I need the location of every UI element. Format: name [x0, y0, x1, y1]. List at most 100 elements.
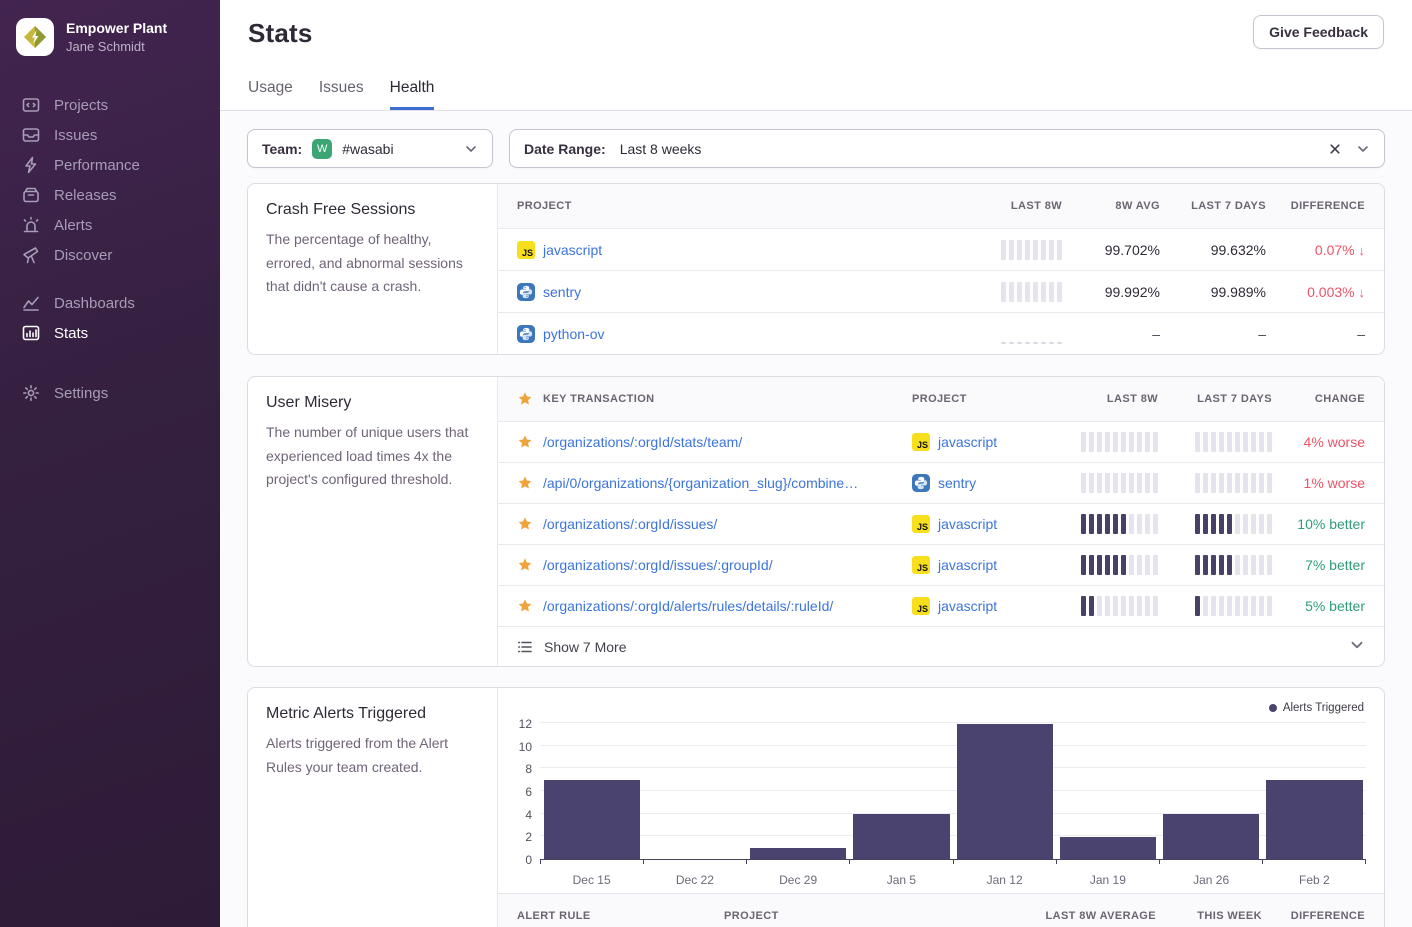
transaction-link[interactable]: /organizations/:orgId/issues/ — [543, 516, 717, 532]
table-row: /organizations/:orgId/alerts/rules/detai… — [498, 585, 1384, 626]
sparkline — [1195, 473, 1272, 493]
sidebar-item-projects[interactable]: Projects — [0, 90, 220, 120]
chart-y-axis: 024681012 — [512, 724, 540, 860]
sidebar-item-label: Settings — [54, 385, 108, 402]
sidebar-item-releases[interactable]: Releases — [0, 180, 220, 210]
user-misery-panel: User Misery The number of unique users t… — [247, 376, 1385, 667]
star-icon — [517, 434, 533, 450]
project-link[interactable]: javascript — [938, 434, 997, 450]
sparkline — [1195, 432, 1272, 452]
sidebar-item-label: Issues — [54, 127, 97, 144]
date-range-select[interactable]: Date Range: Last 8 weeks — [509, 129, 1385, 168]
team-label: Team: — [262, 141, 302, 157]
tab-usage[interactable]: Usage — [248, 79, 293, 110]
transaction-link[interactable]: /api/0/organizations/{organization_slug}… — [543, 475, 858, 491]
chart-x-label: Dec 29 — [747, 873, 850, 887]
table-row: sentry 99.992% 99.989% 0.003% ↓ — [498, 270, 1384, 312]
page-header: Stats Give Feedback Usage Issues Health — [220, 0, 1412, 111]
project-link[interactable]: sentry — [938, 475, 976, 491]
settings-icon — [22, 384, 40, 402]
sparkline — [1081, 473, 1158, 493]
performance-icon — [22, 156, 40, 174]
table-header: Key Transaction Project Last 8W Last 7 D… — [498, 377, 1384, 421]
user-name: Jane Schmidt — [66, 39, 167, 54]
sparkline — [1001, 282, 1062, 302]
table-row: /organizations/:orgId/stats/team/JS javas… — [498, 421, 1384, 462]
user-misery-rows: /organizations/:orgId/stats/team/JS javas… — [498, 421, 1384, 626]
dashboards-icon — [22, 294, 40, 312]
org-switcher[interactable]: Empower Plant Jane Schmidt — [0, 0, 220, 68]
panel-description: The percentage of healthy, errored, and … — [266, 228, 479, 299]
star-icon — [517, 391, 533, 407]
star-icon — [517, 598, 533, 614]
chart-bar — [540, 724, 643, 859]
sidebar-item-label: Discover — [54, 247, 112, 264]
releases-icon — [22, 186, 40, 204]
sidebar-item-discover[interactable]: Discover — [0, 240, 220, 270]
avg-value: 99.702% — [1072, 242, 1170, 258]
give-feedback-button[interactable]: Give Feedback — [1253, 15, 1384, 49]
project-link[interactable]: javascript — [938, 557, 997, 573]
chevron-down-icon[interactable] — [1356, 142, 1370, 156]
sidebar-nav: Projects Issues Performance Releases Ale… — [0, 90, 220, 408]
chart-bar — [1263, 724, 1366, 859]
org-name: Empower Plant — [66, 20, 167, 38]
panel-title: User Misery — [266, 394, 479, 412]
python-platform-icon — [912, 474, 930, 492]
sparkline — [1195, 596, 1272, 616]
sparkline — [1081, 555, 1158, 575]
transaction-link[interactable]: /organizations/:orgId/stats/team/ — [543, 434, 742, 450]
project-link[interactable]: javascript — [938, 516, 997, 532]
project-link[interactable]: javascript — [543, 242, 602, 258]
issues-icon — [22, 126, 40, 144]
avg-value: – — [1072, 326, 1170, 342]
sidebar-item-stats[interactable]: Stats — [0, 318, 220, 348]
sparkline — [1081, 432, 1158, 452]
sidebar: Empower Plant Jane Schmidt Projects Issu… — [0, 0, 220, 927]
table-row: JS javascript 99.702% 99.632% 0.07% ↓ — [498, 228, 1384, 270]
difference-value: 0.003% ↓ — [1276, 284, 1384, 300]
change-value: 7% better — [1282, 557, 1384, 573]
javascript-platform-icon: JS — [912, 433, 930, 451]
show-more-button[interactable]: Show 7 More — [498, 626, 1384, 666]
table-row: python-ov – – – — [498, 312, 1384, 354]
star-icon — [517, 475, 533, 491]
chevron-down-icon — [464, 142, 478, 156]
clear-icon[interactable] — [1328, 142, 1342, 156]
difference-value: 0.07% ↓ — [1276, 242, 1384, 258]
chevron-down-icon — [1349, 637, 1365, 653]
sidebar-item-issues[interactable]: Issues — [0, 120, 220, 150]
tab-health[interactable]: Health — [390, 79, 435, 110]
team-select[interactable]: Team: W #wasabi — [247, 129, 493, 168]
sparkline — [1081, 596, 1158, 616]
table-header: Project Last 8W 8W Avg Last 7 Days Diffe… — [498, 184, 1384, 228]
chart-x-label: Dec 15 — [540, 873, 643, 887]
chart-x-label: Jan 19 — [1056, 873, 1159, 887]
projects-icon — [22, 96, 40, 114]
project-link[interactable]: javascript — [938, 598, 997, 614]
sidebar-item-dashboards[interactable]: Dashboards — [0, 288, 220, 318]
project-link[interactable]: sentry — [543, 284, 581, 300]
transaction-link[interactable]: /organizations/:orgId/issues/:groupId/ — [543, 557, 773, 573]
difference-value: – — [1276, 326, 1384, 342]
project-link[interactable]: python-ov — [543, 326, 604, 342]
panel-title: Crash Free Sessions — [266, 201, 479, 219]
python-platform-icon — [517, 325, 535, 343]
chart-plot — [540, 724, 1366, 860]
last7-value: – — [1170, 326, 1276, 342]
python-platform-icon — [517, 283, 535, 301]
team-value: #wasabi — [342, 141, 393, 157]
sparkline — [1195, 555, 1272, 575]
sidebar-item-settings[interactable]: Settings — [0, 378, 220, 408]
chart-bar — [1160, 724, 1263, 859]
transaction-link[interactable]: /organizations/:orgId/alerts/rules/detai… — [543, 598, 833, 614]
sidebar-item-alerts[interactable]: Alerts — [0, 210, 220, 240]
last7-value: 99.989% — [1170, 284, 1276, 300]
sparkline — [1001, 324, 1062, 344]
list-icon — [517, 639, 533, 655]
sidebar-item-label: Stats — [54, 325, 88, 342]
chart-bar — [747, 724, 850, 859]
tab-issues[interactable]: Issues — [319, 79, 364, 110]
sidebar-item-performance[interactable]: Performance — [0, 150, 220, 180]
table-row: /organizations/:orgId/issues/JSjavascrip… — [498, 503, 1384, 544]
